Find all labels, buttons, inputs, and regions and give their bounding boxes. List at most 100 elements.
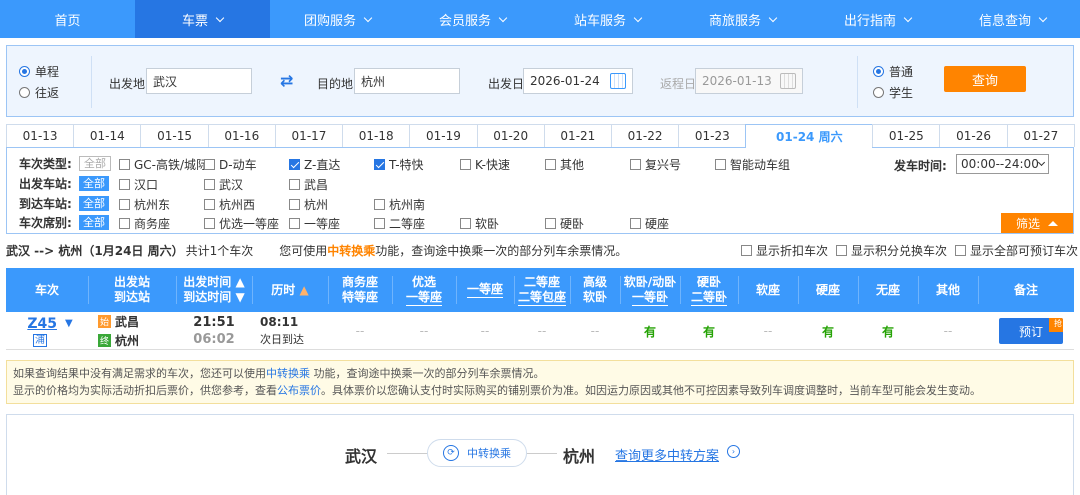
to-station[interactable]: 杭州 bbox=[115, 332, 139, 349]
filter-all-button[interactable]: 全部 bbox=[79, 214, 109, 230]
option-points[interactable]: 显示积分兑换车次 bbox=[835, 242, 947, 259]
chevron-right-icon[interactable]: › bbox=[727, 445, 740, 458]
radio-round-trip[interactable]: 往返 bbox=[19, 84, 59, 101]
seat-availability[interactable]: 有 bbox=[858, 312, 918, 350]
filter-all-button[interactable]: 全部 bbox=[79, 175, 109, 191]
book-button[interactable]: 预订 抢 bbox=[999, 318, 1063, 344]
nav-item-5[interactable]: 商旅服务 bbox=[675, 0, 810, 38]
date-tab[interactable]: 01-15 bbox=[140, 124, 209, 147]
type-option[interactable]: GC-高铁/城际 bbox=[119, 156, 208, 173]
to-station-option[interactable]: 杭州 bbox=[289, 196, 328, 213]
filter-all-button[interactable]: 全部 bbox=[79, 195, 109, 211]
nav-item-7[interactable]: 信息查询 bbox=[945, 0, 1080, 38]
transfer-link[interactable]: 中转换乘 bbox=[327, 242, 375, 259]
date-tab[interactable]: 01-19 bbox=[409, 124, 478, 147]
radio-normal[interactable]: 普通 bbox=[873, 63, 913, 80]
type-option[interactable]: 智能动车组 bbox=[715, 156, 790, 173]
type-option[interactable]: D-动车 bbox=[204, 156, 257, 173]
filter-row-from: 出发车站: 全部 bbox=[19, 174, 117, 192]
filter-toggle-button[interactable]: 筛选 bbox=[1001, 213, 1073, 233]
date-tab[interactable]: 01-17 bbox=[274, 124, 344, 147]
result-summary: 武汉 --> 杭州（1月24日 周六） 共计1个车次 您可使用 中转换乘 功能，… bbox=[6, 241, 1078, 259]
nav-item-6[interactable]: 出行指南 bbox=[810, 0, 945, 38]
from-station[interactable]: 武昌 bbox=[115, 313, 139, 330]
depart-time-select[interactable]: 00:00--24:00 bbox=[956, 154, 1049, 174]
type-option[interactable]: 复兴号 bbox=[630, 156, 681, 173]
col-duration[interactable]: 历时 ▲ bbox=[252, 268, 328, 312]
date-tab[interactable]: 01-16 bbox=[207, 124, 276, 147]
seat-availability: -- bbox=[355, 324, 365, 338]
from-station-option[interactable]: 武汉 bbox=[204, 176, 243, 193]
calendar-icon[interactable] bbox=[610, 73, 626, 89]
col-label: 二等卧 bbox=[690, 289, 727, 306]
caret-down-icon[interactable]: ▼ bbox=[65, 318, 73, 329]
type-option[interactable]: K-快速 bbox=[460, 156, 510, 173]
from-station-option[interactable]: 汉口 bbox=[119, 176, 158, 193]
radio-label: 普通 bbox=[889, 65, 914, 79]
date-tab[interactable]: 01-25 bbox=[872, 124, 941, 147]
radio-one-way[interactable]: 单程 bbox=[19, 63, 59, 80]
nav-item-2[interactable]: 团购服务 bbox=[270, 0, 405, 38]
transfer-link[interactable]: 中转换乘 bbox=[266, 367, 310, 380]
to-input[interactable]: 杭州 bbox=[354, 68, 460, 94]
transfer-button[interactable]: ⟳ 中转换乘 bbox=[427, 439, 527, 467]
date-tab[interactable]: 01-22 bbox=[610, 124, 680, 147]
seat-option[interactable]: 软卧 bbox=[460, 215, 499, 232]
radio-student[interactable]: 学生 bbox=[873, 84, 913, 101]
seat-availability[interactable]: 有 bbox=[680, 312, 738, 350]
nav-item-1[interactable]: 车票 bbox=[135, 0, 270, 38]
checkbox bbox=[289, 179, 300, 190]
from-input[interactable]: 武汉 bbox=[146, 68, 252, 94]
nav-item-3[interactable]: 会员服务 bbox=[405, 0, 540, 38]
depart-date-input[interactable]: 2026-01-24 bbox=[523, 68, 633, 94]
checkbox bbox=[119, 159, 130, 170]
nav-item-0[interactable]: 首页 bbox=[0, 0, 135, 38]
seat-option[interactable]: 优选一等座 bbox=[204, 215, 279, 232]
query-button[interactable]: 查询 bbox=[944, 66, 1026, 92]
seat-option[interactable]: 一等座 bbox=[289, 215, 340, 232]
duration-value: 08:11 bbox=[260, 315, 299, 329]
date-tab[interactable]: 01-27 bbox=[1006, 124, 1075, 147]
date-tab[interactable]: 01-21 bbox=[543, 124, 612, 147]
date-tab[interactable]: 01-14 bbox=[73, 124, 142, 147]
type-option[interactable]: T-特快 bbox=[374, 156, 424, 173]
checkbox-label: Z-直达 bbox=[304, 158, 341, 172]
train-number-link[interactable]: Z45 bbox=[27, 316, 57, 332]
col-soft-sleeper: 软卧/动卧 一等卧 bbox=[620, 268, 680, 312]
depart-date-label: 出发日 bbox=[488, 77, 525, 91]
train-count: 共计1个车次 bbox=[185, 243, 254, 258]
to-station-option[interactable]: 杭州东 bbox=[119, 196, 170, 213]
date-tab[interactable]: 01-20 bbox=[476, 124, 545, 147]
to-station-option[interactable]: 杭州南 bbox=[374, 196, 425, 213]
seat-option[interactable]: 硬座 bbox=[630, 215, 669, 232]
date-tab[interactable]: 01-18 bbox=[342, 124, 411, 147]
filter-all-button[interactable]: 全部 bbox=[79, 155, 111, 171]
to-station-option[interactable]: 杭州西 bbox=[204, 196, 255, 213]
seat-availability[interactable]: 有 bbox=[798, 312, 858, 350]
checkbox-label: 二等座 bbox=[389, 217, 426, 231]
fare-link[interactable]: 公布票价 bbox=[277, 384, 321, 397]
col-label-wrap: 出发时间 ▲ bbox=[183, 275, 245, 289]
from-station-option[interactable]: 武昌 bbox=[289, 176, 328, 193]
option-all-bookable[interactable]: 显示全部可预订车次 bbox=[954, 242, 1078, 259]
type-option[interactable]: Z-直达 bbox=[289, 156, 340, 173]
swap-icon[interactable]: ⇄ bbox=[280, 71, 293, 90]
more-transfer-link[interactable]: 查询更多中转方案 bbox=[615, 445, 719, 464]
col-label: 备注 bbox=[1013, 282, 1038, 297]
col-time[interactable]: 出发时间 ▲ 到达时间 ▼ bbox=[176, 268, 252, 312]
date-tab[interactable]: 01-13 bbox=[6, 124, 75, 147]
date-tab[interactable]: 01-24 周六 bbox=[745, 124, 874, 149]
date-tab[interactable]: 01-23 bbox=[678, 124, 747, 147]
col-label: 无座 bbox=[875, 282, 900, 297]
seat-option[interactable]: 二等座 bbox=[374, 215, 425, 232]
seat-availability[interactable]: 有 bbox=[620, 312, 680, 350]
option-discount[interactable]: 显示折扣车次 bbox=[740, 242, 828, 259]
col-other: 其他 bbox=[918, 268, 978, 312]
nav-item-4[interactable]: 站车服务 bbox=[540, 0, 675, 38]
type-option[interactable]: 其他 bbox=[545, 156, 584, 173]
seat-option[interactable]: 硬卧 bbox=[545, 215, 584, 232]
seat-option[interactable]: 商务座 bbox=[119, 215, 170, 232]
radio-dot bbox=[873, 87, 884, 98]
option-label: 显示折扣车次 bbox=[755, 243, 828, 258]
date-tab[interactable]: 01-26 bbox=[939, 124, 1008, 147]
